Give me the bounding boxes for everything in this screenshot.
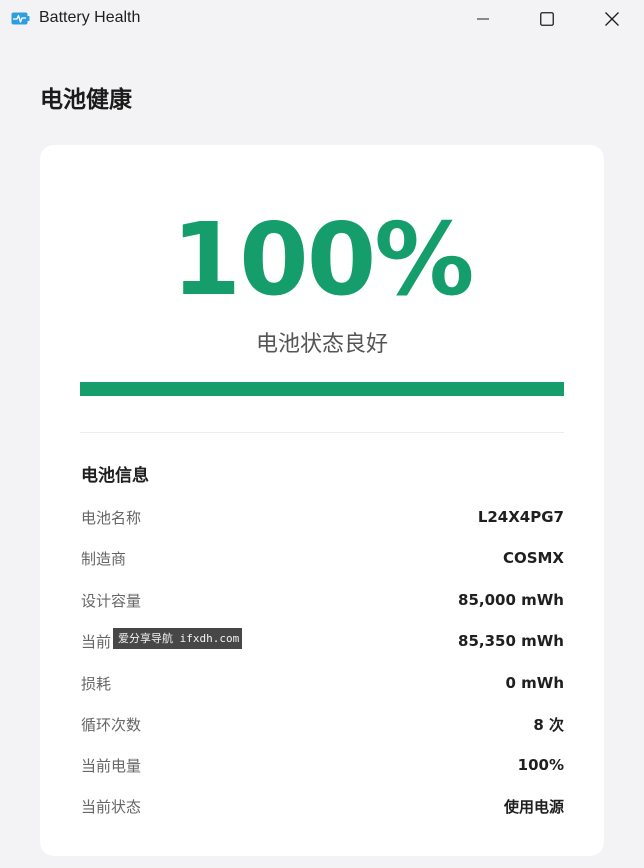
info-row-power-state: 当前状态 使用电源 [81,794,564,818]
window-title: Battery Health [39,9,141,26]
info-value: 85,000 mWh [458,591,564,609]
minimize-icon [477,18,489,20]
info-label: 当前状态 [81,797,142,816]
info-row-battery-name: 电池名称 L24X4PG7 [81,505,564,529]
info-value: L24X4PG7 [477,508,564,526]
info-row-cycle-count: 循环次数 8 次 [81,712,564,736]
info-row-manufacturer: 制造商 COSMX [81,546,564,570]
info-value: 8 次 [533,715,564,734]
title-bar: Battery Health [0,0,644,38]
info-row-wear: 损耗 0 mWh [81,671,564,695]
info-value: 85,350 mWh [458,632,564,650]
close-button[interactable] [589,0,635,38]
info-value: COSMX [502,549,564,567]
info-row-design-capacity: 设计容量 85,000 mWh [81,588,564,612]
health-progress-bar [80,382,564,396]
info-label: 当前电量 [81,756,142,775]
info-value: 0 mWh [505,674,564,692]
maximize-icon [540,12,554,26]
page-title: 电池健康 [40,87,132,113]
info-value: 100% [517,756,564,774]
divider [80,432,564,433]
health-percentage: 100% [171,201,475,318]
info-label: 损耗 [81,674,112,693]
info-value: 使用电源 [503,797,564,816]
minimize-button[interactable] [460,0,506,38]
info-label: 制造商 [81,549,127,568]
close-icon [605,12,619,26]
info-label: 设计容量 [81,591,142,610]
info-label: 当前 [81,632,112,651]
watermark-overlay: 爱分享导航 ifxdh.com [113,628,242,649]
info-row-charge-level: 当前电量 100% [81,753,564,777]
battery-heartbeat-icon [11,12,30,25]
battery-info-title: 电池信息 [81,466,149,486]
info-label: 循环次数 [81,715,142,734]
maximize-button[interactable] [524,0,570,38]
health-progress-fill [80,382,564,396]
health-status: 电池状态良好 [255,332,388,357]
info-label: 电池名称 [81,508,142,527]
